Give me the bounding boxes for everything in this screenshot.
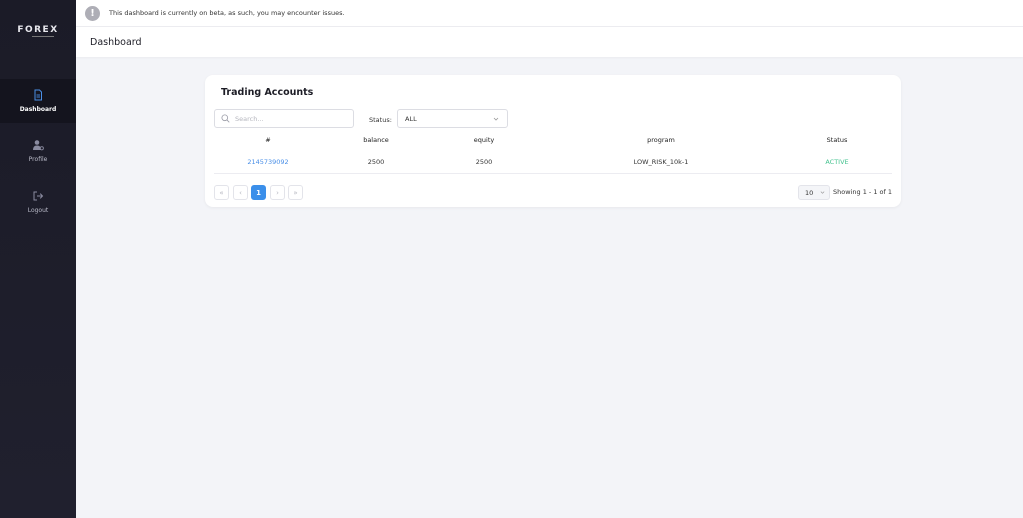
sidebar-item-label: Profile (28, 156, 48, 163)
sidebar-item-label: Logout (27, 207, 49, 214)
status-badge: ACTIVE (825, 158, 849, 166)
account-id-link[interactable]: 2145739092 (247, 158, 288, 166)
first-page-button[interactable]: « (214, 185, 229, 200)
program-cell: LOW_RISK_10k-1 (633, 158, 689, 166)
pagination-summary: Showing 1 - 1 of 1 (833, 188, 892, 196)
column-header-program[interactable]: program (647, 136, 675, 144)
page-size-select[interactable]: 10 (798, 185, 830, 200)
column-header-equity[interactable]: equity (474, 136, 494, 144)
column-header-balance[interactable]: balance (363, 136, 389, 144)
prev-page-button[interactable]: ‹ (233, 185, 248, 200)
logout-icon (33, 191, 44, 201)
chevron-down-icon (820, 191, 825, 194)
trading-accounts-card: Trading Accounts Status: ALL # balance e… (205, 75, 901, 207)
sidebar: FOREX Dashboard Profile Logout (0, 0, 76, 518)
balance-cell: 2500 (367, 158, 385, 166)
search-box[interactable] (214, 109, 354, 128)
beta-banner: ! This dashboard is currently on beta, a… (76, 0, 1023, 27)
page-title: Dashboard (90, 36, 142, 48)
sidebar-item-label: Dashboard (19, 106, 57, 113)
page-1-button[interactable]: 1 (251, 185, 266, 200)
page-size-value: 10 (805, 188, 814, 197)
status-filter-label: Status: (369, 116, 392, 124)
logo: FOREX (0, 0, 76, 62)
logo-underline (32, 36, 54, 37)
search-icon (221, 114, 230, 123)
next-page-button[interactable]: › (270, 185, 285, 200)
sidebar-item-profile[interactable]: Profile (0, 129, 76, 173)
column-header-id[interactable]: # (265, 136, 270, 144)
document-icon (34, 89, 42, 101)
status-filter-value: ALL (405, 114, 417, 123)
search-input[interactable] (235, 114, 345, 123)
card-title: Trading Accounts (221, 87, 314, 98)
page-header: Dashboard (76, 27, 1023, 57)
last-page-button[interactable]: » (288, 185, 303, 200)
status-filter-select[interactable]: ALL (397, 109, 508, 128)
equity-cell: 2500 (475, 158, 493, 166)
user-gear-icon (33, 140, 44, 151)
row-divider (214, 173, 892, 174)
column-header-status[interactable]: Status (827, 136, 848, 144)
chevron-down-icon (493, 117, 499, 121)
sidebar-item-logout[interactable]: Logout (0, 180, 76, 224)
sidebar-item-dashboard[interactable]: Dashboard (0, 79, 76, 123)
logo-text: FOREX (17, 25, 59, 35)
alert-icon: ! (85, 5, 100, 21)
banner-text: This dashboard is currently on beta, as … (109, 9, 345, 17)
